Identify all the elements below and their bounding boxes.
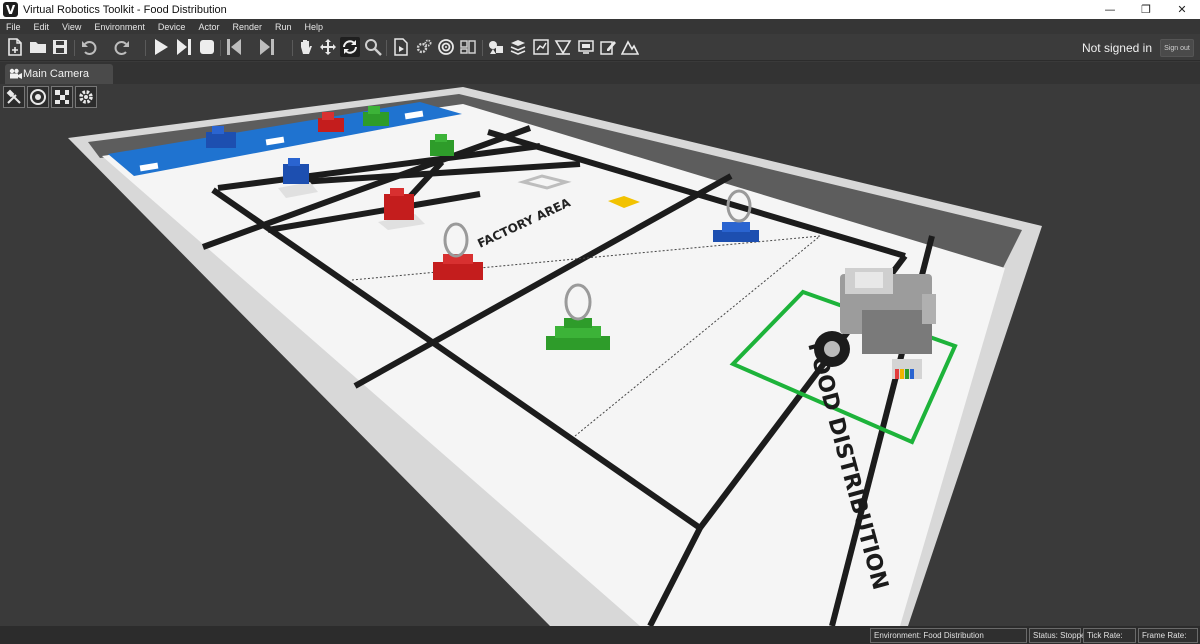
layers-icon[interactable] — [508, 37, 528, 57]
measure-icon[interactable] — [553, 37, 573, 57]
status-state: Status: Stopped — [1029, 628, 1090, 643]
status-environment: Environment: Food Distribution — [870, 628, 1027, 643]
settings-gears-icon[interactable] — [414, 37, 434, 57]
edit-icon[interactable] — [598, 37, 618, 57]
sign-out-button[interactable]: Sign out — [1160, 39, 1194, 57]
hand-pan-icon[interactable] — [296, 37, 316, 57]
window-controls: — ❐ ✕ — [1092, 0, 1200, 19]
model-icon[interactable] — [486, 37, 506, 57]
app-logo-icon: V — [3, 2, 18, 17]
skip-back-icon[interactable] — [224, 37, 244, 57]
target-icon[interactable] — [436, 37, 456, 57]
rotate-icon[interactable] — [340, 37, 360, 57]
app-window: V Virtual Robotics Toolkit - Food Distri… — [0, 0, 1200, 644]
wheel-icon[interactable] — [27, 86, 49, 108]
menu-render[interactable]: Render — [226, 22, 269, 32]
checker-icon[interactable] — [51, 86, 73, 108]
close-button[interactable]: ✕ — [1164, 0, 1200, 19]
redo-icon[interactable] — [112, 37, 132, 57]
gear-icon[interactable] — [75, 86, 97, 108]
skip-forward-icon[interactable] — [257, 37, 277, 57]
zoom-icon[interactable] — [363, 37, 383, 57]
toolbar-separator — [386, 40, 387, 56]
status-frame-rate: Frame Rate: — [1138, 628, 1198, 643]
scene-render: FOOD DISTRIBUTION FACTORY AREA — [68, 87, 1042, 626]
new-file-icon[interactable] — [5, 37, 25, 57]
toolbar-separator — [220, 40, 221, 56]
account-status: Not signed in — [1081, 41, 1152, 55]
chart-icon[interactable] — [531, 37, 551, 57]
toolbar-separator — [74, 40, 75, 56]
toolbar-separator — [482, 40, 483, 56]
minimize-button[interactable]: — — [1092, 0, 1128, 19]
title-bar: V Virtual Robotics Toolkit - Food Distri… — [0, 0, 1200, 19]
move-icon[interactable] — [318, 37, 338, 57]
load-file-icon[interactable] — [391, 37, 411, 57]
stop-icon[interactable] — [197, 37, 217, 57]
status-tick-rate: Tick Rate: — [1083, 628, 1136, 643]
window-title: Virtual Robotics Toolkit - Food Distribu… — [23, 3, 227, 16]
step-forward-icon[interactable] — [174, 37, 194, 57]
menu-bar: File Edit View Environment Device Actor … — [0, 19, 1200, 34]
play-icon[interactable] — [151, 37, 171, 57]
menu-device[interactable]: Device — [152, 22, 193, 32]
open-folder-icon[interactable] — [28, 37, 48, 57]
3d-viewport[interactable]: FOOD DISTRIBUTION FACTORY AREA — [0, 84, 1200, 626]
screenshot-icon[interactable] — [576, 37, 596, 57]
undo-icon[interactable] — [79, 37, 99, 57]
tab-main-camera[interactable]: Main Camera — [5, 64, 113, 84]
menu-file[interactable]: File — [0, 22, 28, 32]
sensor-icon[interactable] — [458, 37, 478, 57]
camera-icon — [9, 68, 22, 79]
viewport-toolbox — [3, 86, 97, 108]
toolbar-separator — [145, 40, 146, 56]
menu-run[interactable]: Run — [269, 22, 299, 32]
maximize-button[interactable]: ❐ — [1128, 0, 1164, 19]
toolbar: Not signed in Sign out — [0, 34, 1200, 61]
save-icon[interactable] — [50, 37, 70, 57]
status-bar: Environment: Food Distribution Status: S… — [0, 626, 1200, 644]
tools-icon[interactable] — [3, 86, 25, 108]
terrain-icon[interactable] — [620, 37, 640, 57]
menu-view[interactable]: View — [56, 22, 88, 32]
tab-label: Main Camera — [23, 68, 90, 80]
toolbar-separator — [292, 40, 293, 56]
menu-actor[interactable]: Actor — [192, 22, 226, 32]
camera-tab-strip: Main Camera — [0, 62, 1200, 84]
menu-help[interactable]: Help — [299, 22, 331, 32]
menu-edit[interactable]: Edit — [28, 22, 57, 32]
menu-environment[interactable]: Environment — [88, 22, 152, 32]
